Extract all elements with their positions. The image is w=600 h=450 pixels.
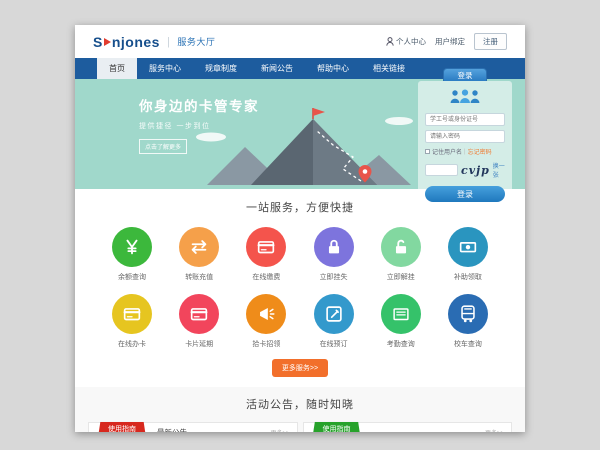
unlock-icon xyxy=(381,227,421,267)
hero-title: 你身边的卡管专家 xyxy=(139,95,259,115)
header-links: 个人中心 用户绑定 注册 xyxy=(386,33,507,50)
account-input[interactable] xyxy=(425,113,505,126)
list-icon xyxy=(381,294,421,334)
captcha-refresh-link[interactable]: 换一张 xyxy=(493,161,505,179)
announcements-section: 活动公告，随时知晓 使用指南 最新公告 更多>> 使用指南 更多>> xyxy=(75,387,525,432)
service-online-booking[interactable]: 在线预订 xyxy=(305,294,363,349)
nav-item-home[interactable]: 首页 xyxy=(97,58,137,79)
login-tab[interactable]: 登录 xyxy=(443,68,487,81)
services-row-1: 余额查询 转账充值 在线缴费 立即挂失 xyxy=(75,227,525,282)
forgot-password-link[interactable]: 忘记密码 xyxy=(468,147,492,156)
person-icon xyxy=(386,37,394,46)
login-panel: 登录 记住用户名 | 忘记密码 cvjp 换一张 xyxy=(418,68,512,210)
hero-subtitle: 提供捷径 一步到位 xyxy=(139,121,259,131)
captcha-image[interactable]: cvjp xyxy=(461,164,490,177)
service-transfer-recharge[interactable]: 转账充值 xyxy=(170,227,228,282)
lock-icon xyxy=(314,227,354,267)
captcha-row: cvjp 换一张 xyxy=(425,161,505,179)
site-header: S njones | 服务大厅 个人中心 用户绑定 注册 xyxy=(75,25,525,58)
hero-cta-button[interactable]: 点击了解更多 xyxy=(139,139,187,154)
tab-latest-announcements[interactable]: 最新公告 xyxy=(157,427,187,432)
service-attendance-inquiry[interactable]: 考勤查询 xyxy=(372,294,430,349)
hero-copy: 你身边的卡管专家 提供捷径 一步到位 点击了解更多 xyxy=(139,95,259,154)
login-form: 记住用户名 | 忘记密码 cvjp 换一张 登录 xyxy=(418,81,512,210)
logo-text-suffix: njones xyxy=(112,34,160,50)
logo-text-prefix: S xyxy=(93,34,103,50)
service-report-loss[interactable]: 立即挂失 xyxy=(305,227,363,282)
logo-separator: | xyxy=(167,36,170,48)
user-binding-link[interactable]: 用户绑定 xyxy=(435,36,465,47)
nav-item-rules[interactable]: 规章制度 xyxy=(193,58,249,79)
service-school-bus-inquiry[interactable]: 校车查询 xyxy=(439,294,497,349)
personal-center-link[interactable]: 个人中心 xyxy=(386,36,426,47)
transfer-arrows-icon xyxy=(179,227,219,267)
login-options: 记住用户名 | 忘记密码 xyxy=(425,147,505,156)
banknote-icon xyxy=(448,227,488,267)
panel-header: 使用指南 更多>> xyxy=(304,423,512,432)
nav-item-links[interactable]: 相关链接 xyxy=(361,58,417,79)
remember-checkbox[interactable] xyxy=(425,149,430,154)
bus-icon xyxy=(448,294,488,334)
services-section: 一站服务，方便快捷 余额查询 转账充值 在线缴费 xyxy=(75,189,525,377)
password-input[interactable] xyxy=(425,130,505,143)
options-separator: | xyxy=(464,149,466,155)
tab-usage-guide[interactable]: 使用指南 xyxy=(313,422,361,433)
more-link[interactable]: 更多>> xyxy=(485,428,504,432)
bank-card-icon xyxy=(246,227,286,267)
announcements-title: 活动公告，随时知晓 xyxy=(75,396,525,412)
megaphone-icon xyxy=(246,294,286,334)
captcha-input[interactable] xyxy=(425,164,458,176)
service-balance-inquiry[interactable]: 余额查询 xyxy=(103,227,161,282)
more-services-button[interactable]: 更多服务>> xyxy=(272,359,328,377)
services-row-2: 在线办卡 卡片延期 拾卡招领 在线预订 xyxy=(75,294,525,349)
yen-icon xyxy=(112,227,152,267)
service-cancel-loss[interactable]: 立即解挂 xyxy=(372,227,430,282)
announcement-panels: 使用指南 最新公告 更多>> 使用指南 更多>> xyxy=(75,422,525,432)
site-page: S njones | 服务大厅 个人中心 用户绑定 注册 首页 服务中心 规章制… xyxy=(75,25,525,432)
guide-panel-left: 使用指南 最新公告 更多>> xyxy=(88,422,298,432)
tab-usage-guide[interactable]: 使用指南 xyxy=(98,422,146,433)
personal-center-label: 个人中心 xyxy=(396,36,426,47)
logo-arrow-icon xyxy=(104,38,111,46)
user-binding-label: 用户绑定 xyxy=(435,36,465,47)
bank-card-icon xyxy=(179,294,219,334)
service-card-extension[interactable]: 卡片延期 xyxy=(170,294,228,349)
guide-panel-right: 使用指南 更多>> xyxy=(303,422,513,432)
panel-header: 使用指南 最新公告 更多>> xyxy=(89,423,297,432)
logo[interactable]: S njones | 服务大厅 xyxy=(93,34,215,50)
service-found-card-claim[interactable]: 拾卡招领 xyxy=(237,294,295,349)
service-apply-card[interactable]: 在线办卡 xyxy=(103,294,161,349)
nav-item-news[interactable]: 新闻公告 xyxy=(249,58,305,79)
register-button[interactable]: 注册 xyxy=(474,33,507,50)
edit-icon xyxy=(314,294,354,334)
service-subsidy-collect[interactable]: 补助领取 xyxy=(439,227,497,282)
site-name: 服务大厅 xyxy=(177,35,215,48)
more-link[interactable]: 更多>> xyxy=(270,428,289,432)
remember-label: 记住用户名 xyxy=(432,147,462,156)
service-online-payment[interactable]: 在线缴费 xyxy=(237,227,295,282)
login-submit-button[interactable]: 登录 xyxy=(425,186,505,202)
nav-item-service-center[interactable]: 服务中心 xyxy=(137,58,193,79)
bank-card-icon xyxy=(112,294,152,334)
nav-item-help[interactable]: 帮助中心 xyxy=(305,58,361,79)
users-icon xyxy=(425,88,505,109)
